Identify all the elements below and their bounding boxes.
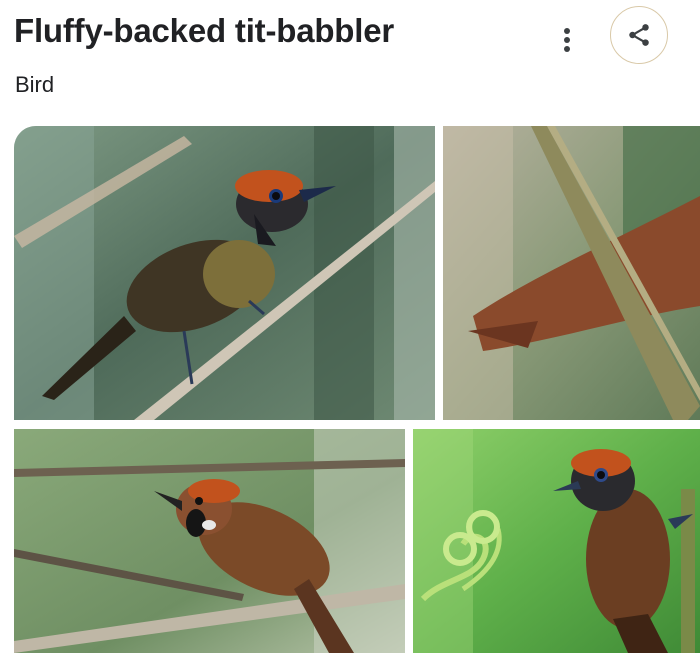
- knowledge-panel-header: Fluffy-backed tit-babbler Bird: [0, 0, 700, 120]
- share-button[interactable]: [610, 6, 668, 64]
- bird-photo-2[interactable]: [443, 126, 700, 420]
- bird-image-3: [14, 429, 405, 653]
- bird-photo-4[interactable]: [413, 429, 700, 653]
- bird-image-4: [413, 429, 700, 653]
- share-icon: [629, 24, 649, 46]
- entity-type: Bird: [15, 72, 55, 97]
- bird-photo-1[interactable]: [14, 126, 435, 420]
- entity-title: Fluffy-backed tit-babbler: [14, 12, 395, 49]
- more-vert-icon: [564, 28, 570, 52]
- bird-image-1: [14, 126, 435, 420]
- more-options-button[interactable]: [552, 20, 582, 60]
- bird-photo-3[interactable]: [14, 429, 405, 653]
- bird-image-2: [443, 126, 700, 420]
